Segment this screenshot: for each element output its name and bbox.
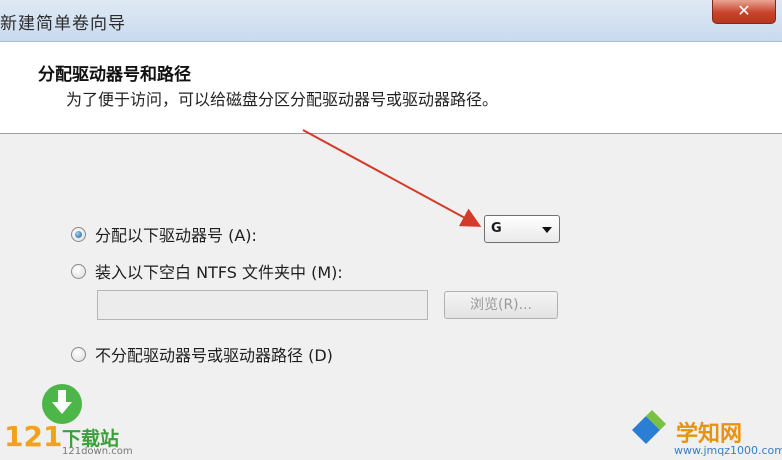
page-subtitle: 为了便于访问，可以给磁盘分区分配驱动器号或驱动器路径。 — [66, 90, 499, 109]
windows-logo-icon — [632, 410, 666, 444]
close-icon: ✕ — [737, 1, 751, 20]
watermark-site: 121down.com — [62, 446, 133, 457]
browse-button[interactable]: 浏览(R)... — [444, 291, 558, 319]
radio-assign-letter[interactable]: 分配以下驱动器号 (A): — [71, 222, 257, 246]
drive-letter-value: G — [491, 221, 502, 236]
radio-checked-icon[interactable] — [71, 226, 86, 242]
window-title: 新建简单卷向导 — [0, 14, 126, 34]
window-titlebar: 新建简单卷向导 ✕ — [0, 0, 782, 42]
drive-letter-select[interactable]: G — [484, 215, 560, 243]
radio-no-assign-label: 不分配驱动器号或驱动器路径 (D) — [95, 346, 333, 365]
radio-mount-folder-label: 装入以下空白 NTFS 文件夹中 (M): — [95, 263, 343, 282]
watermark-url: www.jmqz1000.com — [674, 444, 782, 457]
watermark-xuezhiwang: 学知网 www.jmqz1000.com — [628, 404, 782, 460]
radio-mount-folder[interactable]: 装入以下空白 NTFS 文件夹中 (M): — [71, 259, 343, 283]
radio-no-assign[interactable]: 不分配驱动器号或驱动器路径 (D) — [71, 342, 333, 366]
watermark-number: 121 — [4, 420, 63, 453]
folder-path-input[interactable] — [97, 290, 428, 320]
page-title: 分配驱动器号和路径 — [38, 65, 191, 85]
dropdown-arrow-icon — [542, 227, 552, 233]
radio-unchecked-icon[interactable] — [71, 346, 86, 362]
close-button[interactable]: ✕ — [712, 0, 776, 24]
radio-assign-letter-label: 分配以下驱动器号 (A): — [95, 226, 257, 245]
wizard-header: 分配驱动器号和路径 为了便于访问，可以给磁盘分区分配驱动器号或驱动器路径。 — [0, 42, 782, 134]
radio-unchecked-icon[interactable] — [71, 263, 86, 279]
watermark-121down: 121 下载站 121down.com — [4, 380, 134, 458]
